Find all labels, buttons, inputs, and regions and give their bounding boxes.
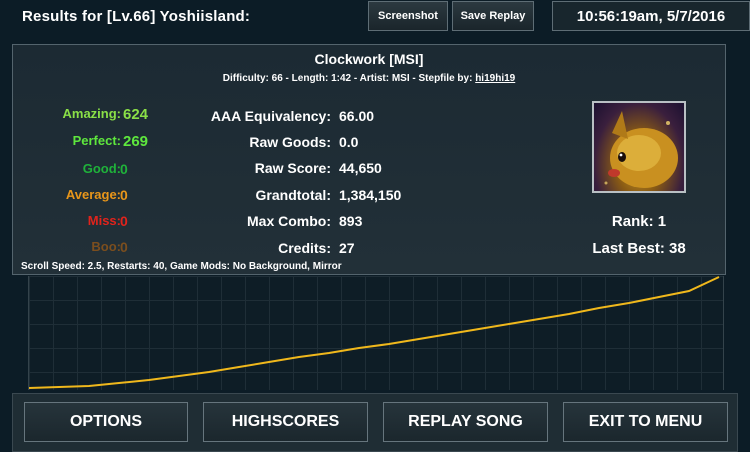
results-title: Results for [Lv.66] Yoshiisland:	[22, 8, 251, 25]
judgement-value: 0	[120, 187, 128, 203]
judgement-value: 624	[123, 106, 149, 123]
judgement-label: Perfect:	[72, 133, 121, 148]
clock-display: 10:56:19am, 5/7/2016	[552, 1, 750, 31]
avatar-image	[604, 111, 678, 188]
stat-label-raw-score: Raw Score:	[254, 160, 331, 176]
judgement-label: Amazing:	[62, 106, 122, 121]
rank-text: Rank: 1	[611, 213, 667, 230]
stat-label-max-combo: Max Combo:	[247, 213, 331, 229]
judgement-label: Good:	[82, 161, 121, 176]
stat-value-grandtotal: 1,384,150	[339, 187, 402, 203]
exit-to-menu-button[interactable]: EXIT TO MENU	[563, 402, 728, 442]
scroll-info: Scroll Speed: 2.5, Restarts: 40, Game Mo…	[21, 261, 342, 272]
stat-label-aaa: AAA Equivalency:	[210, 108, 331, 124]
stat-value-credits: 27	[339, 240, 355, 256]
judgement-value: 0	[120, 161, 128, 177]
replay-song-button[interactable]: REPLAY SONG	[383, 402, 548, 442]
stat-label-grandtotal: Grandtotal:	[255, 187, 331, 203]
judgement-value: 269	[123, 133, 149, 150]
options-button[interactable]: OPTIONS	[24, 402, 188, 442]
song-title: Clockwork [MSI]	[314, 51, 424, 67]
score-progress-line	[29, 276, 720, 389]
highscores-button[interactable]: HIGHSCORES	[203, 402, 368, 442]
stat-label-credits: Credits:	[278, 240, 331, 256]
song-meta: Difficulty: 66 - Length: 1:42 - Artist: …	[13, 73, 725, 84]
judgement-label: Miss:	[87, 213, 121, 228]
stepfile-author-link[interactable]: hi19hi19	[475, 73, 515, 84]
player-avatar	[592, 101, 686, 193]
judgement-value: 0	[120, 239, 128, 255]
save-replay-button[interactable]: Save Replay	[452, 1, 534, 31]
screenshot-button[interactable]: Screenshot	[368, 1, 448, 31]
song-meta-text: Difficulty: 66 - Length: 1:42 - Artist: …	[222, 73, 473, 84]
last-best-text: Last Best: 38	[592, 240, 686, 257]
stat-value-raw-score: 44,650	[339, 160, 382, 176]
score-graph	[28, 276, 724, 390]
score-graph-svg	[29, 276, 720, 389]
stat-value-aaa: 66.00	[339, 108, 375, 124]
results-panel: Clockwork [MSI] Difficulty: 66 - Length:…	[12, 44, 726, 275]
stat-value-max-combo: 893	[339, 213, 363, 229]
stat-value-raw-goods: 0.0	[339, 134, 359, 150]
stat-label-raw-goods: Raw Goods:	[249, 134, 331, 150]
judgement-value: 0	[120, 213, 128, 229]
judgement-label: Average:	[65, 187, 121, 202]
judgement-label: Boo:	[91, 239, 121, 254]
